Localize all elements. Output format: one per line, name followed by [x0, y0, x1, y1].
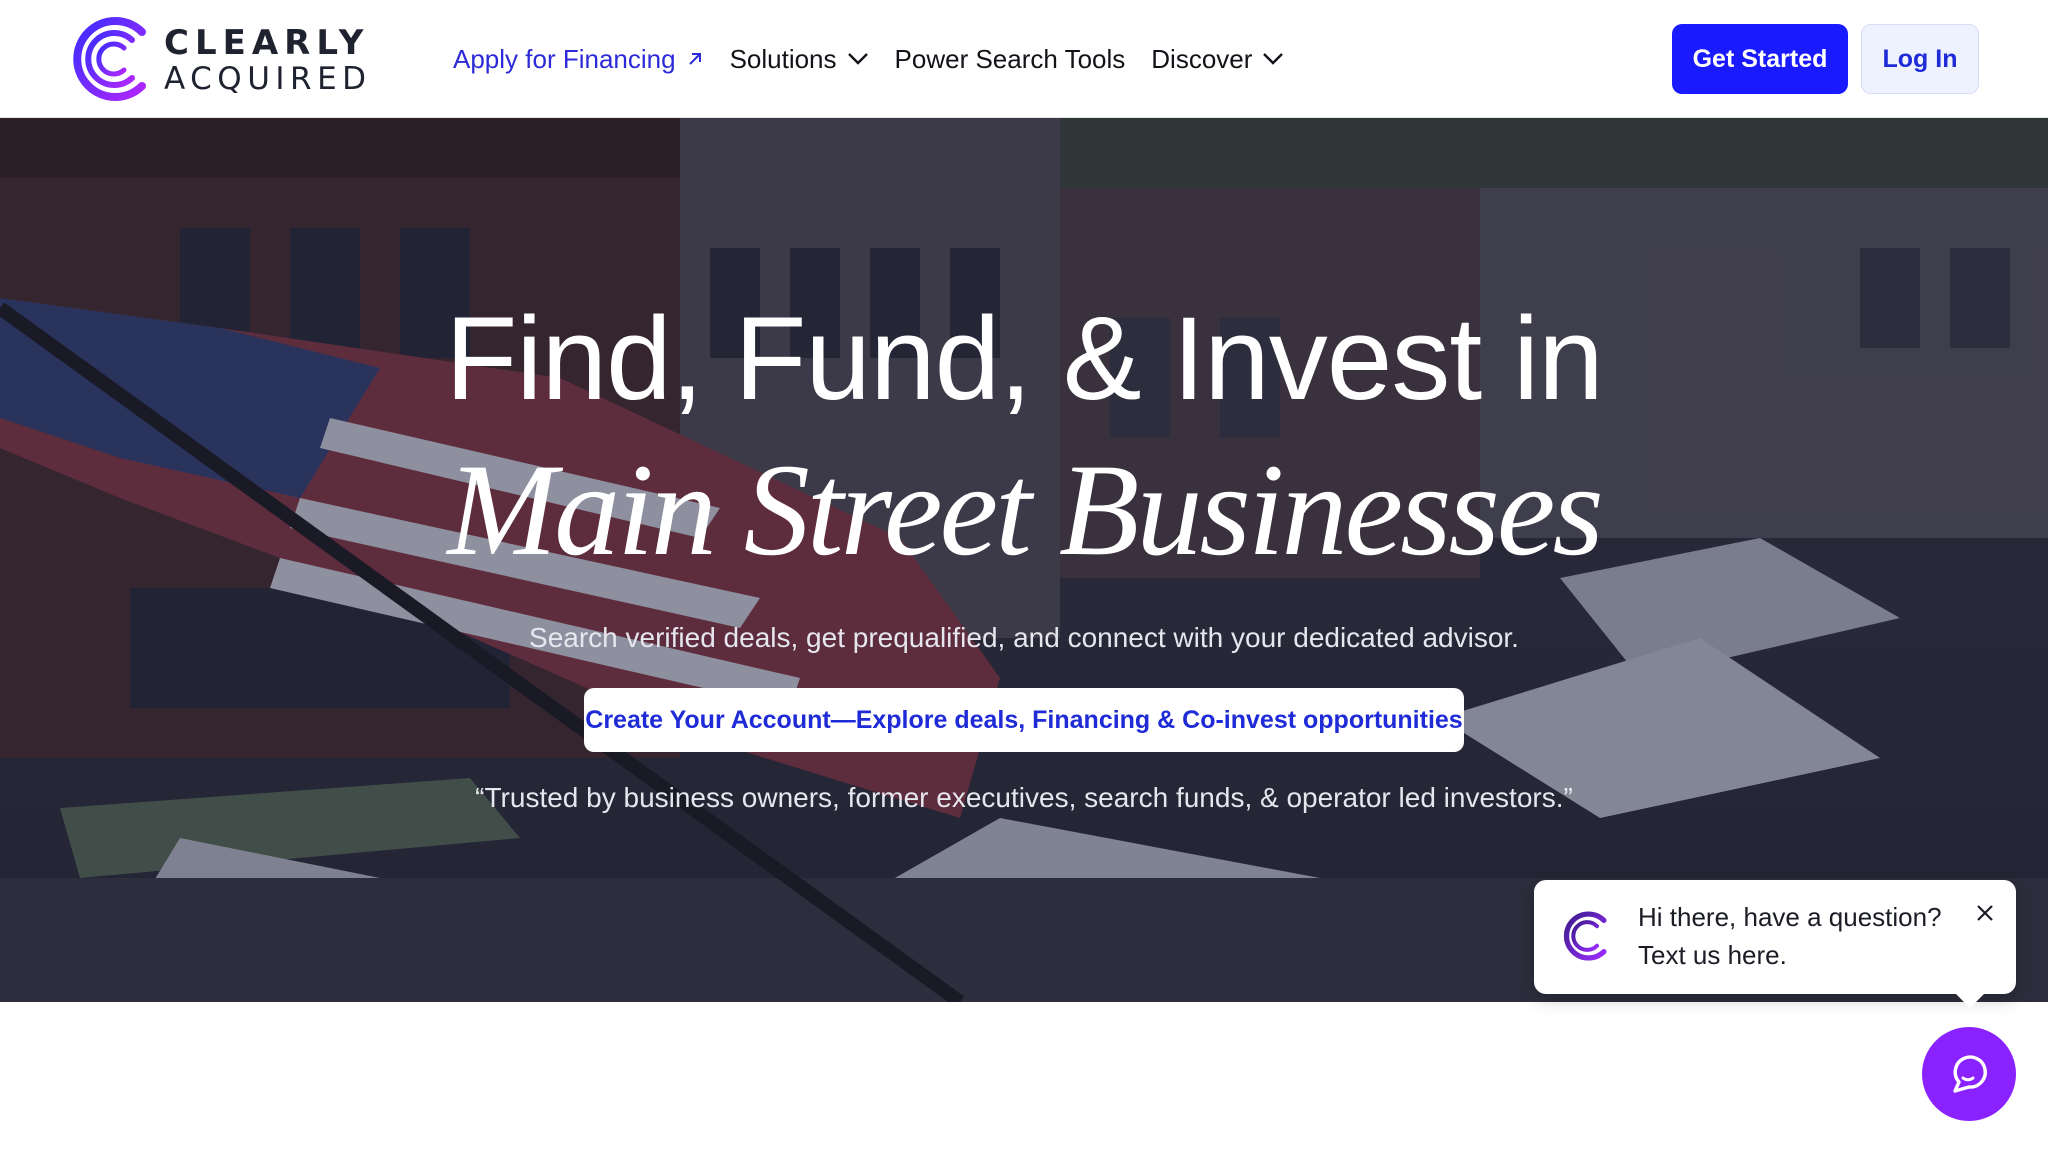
clearly-acquired-logo-icon: [73, 17, 146, 101]
brand-logo[interactable]: CLEARLY ACQUIRED: [66, 14, 366, 104]
logo-line-2: ACQUIRED: [164, 61, 372, 97]
site-header: CLEARLY ACQUIRED Apply for Financing Sol…: [0, 0, 2048, 118]
arrow-up-right-icon: [688, 53, 701, 65]
logo-wordmark: CLEARLY ACQUIRED: [164, 26, 372, 95]
nav-solutions-label: Solutions: [729, 43, 837, 74]
chat-launcher-button[interactable]: [1922, 1027, 2016, 1121]
create-account-button[interactable]: Create Your Account—Explore deals, Finan…: [584, 688, 1464, 752]
chat-brand-logo-icon: [1563, 911, 1607, 961]
get-started-button[interactable]: Get Started: [1672, 24, 1848, 94]
nav-power-search-tools[interactable]: Power Search Tools: [895, 44, 1126, 75]
hero-section: Find, Fund, & Invest in Main Street Busi…: [0, 118, 2048, 1002]
hero-title-line-2: Main Street Businesses: [447, 436, 1604, 583]
nav-apply-for-financing[interactable]: Apply for Financing: [453, 44, 704, 75]
chat-message: Hi there, have a question? Text us here.: [1638, 898, 1958, 974]
nav-power-search-tools-label: Power Search Tools: [894, 43, 1126, 74]
chat-icon: [1953, 1055, 1987, 1093]
nav-solutions[interactable]: Solutions: [730, 44, 869, 75]
hero-subtitle: Search verified deals, get prequalified,…: [529, 622, 1519, 653]
nav-discover-label: Discover: [1151, 43, 1253, 74]
logo-line-1: CLEARLY: [164, 23, 370, 63]
nav-discover[interactable]: Discover: [1151, 44, 1284, 75]
close-icon[interactable]: [1970, 898, 2000, 928]
chat-prompt-bubble[interactable]: Hi there, have a question? Text us here.: [1534, 880, 2016, 1008]
log-in-button[interactable]: Log In: [1861, 24, 1979, 94]
nav-apply-for-financing-label: Apply for Financing: [453, 43, 676, 74]
chat-message-line-2: Text us here.: [1638, 940, 1787, 970]
main-nav: Apply for Financing Solutions Power Sear…: [453, 0, 1310, 118]
hero-title-line-1: Find, Fund, & Invest in: [445, 293, 1604, 425]
chevron-down-icon: [1263, 53, 1284, 65]
chat-message-line-1: Hi there, have a question?: [1638, 902, 1942, 932]
chevron-down-icon: [847, 53, 868, 65]
hero-testimonial-quote: “Trusted by business owners, former exec…: [475, 782, 1573, 813]
